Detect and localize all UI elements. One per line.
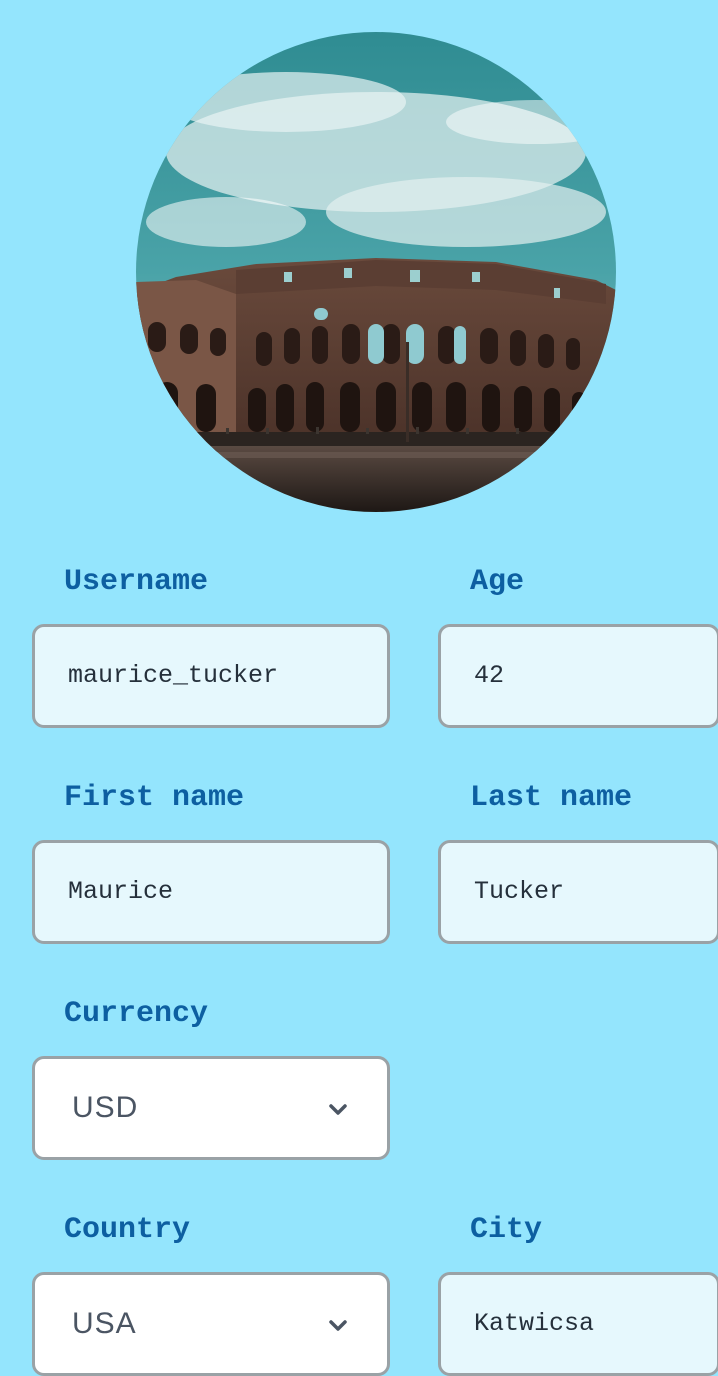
first-name-input[interactable]: Maurice [32,840,390,944]
currency-label: Currency [64,997,209,1031]
last-name-input[interactable]: Tucker [438,840,718,944]
last-name-label: Last name [470,781,633,815]
currency-select[interactable]: USD [32,1056,390,1160]
username-label: Username [64,565,209,599]
profile-avatar[interactable] [136,32,616,512]
username-input[interactable]: maurice_tucker [32,624,390,728]
country-label: Country [64,1213,191,1247]
currency-selected-value: USD [72,1091,139,1124]
first-name-label: First name [64,781,245,815]
city-input[interactable]: Katwicsa [438,1272,718,1376]
colosseum-photo-icon [136,32,616,512]
age-label: Age [470,565,525,599]
chevron-down-icon [329,1320,347,1331]
chevron-down-icon [329,1104,347,1115]
age-input[interactable]: 42 [438,624,718,728]
country-selected-value: USA [72,1307,137,1340]
country-select[interactable]: USA [32,1272,390,1376]
city-label: City [470,1213,543,1247]
